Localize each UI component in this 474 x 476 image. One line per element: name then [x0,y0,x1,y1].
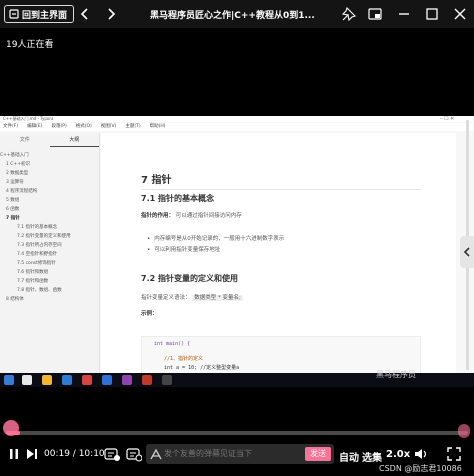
code-line-1: int main() { [154,341,191,347]
outline-item[interactable]: 6 函数 [0,205,99,214]
document-editor: 7 指针 7.1 指针的基本概念 指针的作用： 可以通过指针间接访问内存 内存编… [101,133,456,373]
purpose-label: 指针的作用： [141,213,175,219]
episodes-button[interactable]: 选集 [362,449,382,464]
send-danmaku-button[interactable]: 发送 [305,447,331,461]
outline-item[interactable]: 7.8 指针、数组、函数 [0,286,99,295]
home-icon [9,9,19,19]
windows-icon [4,375,14,385]
outline-item[interactable]: 7.4 空指针和野指针 [0,250,99,259]
top-bar: 回到主界面 黑马程序员匠心之作|C++教程从0到1... [0,0,474,28]
purpose-paragraph: 指针的作用： 可以通过指针间接访问内存 [141,211,242,219]
fullscreen-icon[interactable] [446,446,462,462]
code-line: int main() { [154,341,190,347]
video-title: 黑马程序员匠心之作|C++教程从0到1... [150,11,315,21]
outline-sidebar: 文件 大纲 C++基础入门 1 C++初识 2 数据类型 3 运算符 4 程序流程结构 5… [0,133,100,373]
heading-h1: 7 指针 [141,171,421,190]
outline-item[interactable]: 5 数组 [0,196,99,205]
app-menubar: 文件(F) 编辑(E) 段落(P) 格式(O) 视图(V) 主题(T) 帮助(H… [0,123,474,131]
list-item: 内存编号是从0开始记录的，一般用十六进制数字表示 [147,234,284,245]
sidebar-tab-files: 文件 [19,137,30,143]
typora-icon [162,375,172,385]
outline-item[interactable]: 8 结构体 [0,295,99,304]
app-icon-red [82,375,92,385]
danmaku-input[interactable] [164,449,304,458]
volume-icon[interactable] [414,448,428,460]
progress-fill [6,431,21,435]
menu-item: 主题(T) [125,124,141,129]
syntax-code: 数据类型 * 变量名; [192,295,243,301]
progress-end-marker [458,424,470,438]
time-current: 00:19 [44,449,70,459]
arrow-right-icon[interactable] [104,7,118,21]
danmaku-toggle-icon[interactable] [104,446,120,462]
video-frame[interactable]: C++基础入门.md - Typora – ☐ ✕ 文件(F) 编辑(E) 段落… [0,116,474,373]
sidebar-tabs: 文件 大纲 [0,133,99,147]
visual-studio-icon [122,375,132,385]
outline-item[interactable]: 4 程序流程结构 [0,187,99,196]
heading-7-2: 7.2 指针变量的定义和使用 [141,274,238,283]
picture-in-picture-icon[interactable] [367,6,383,22]
arrow-left-icon[interactable] [78,7,92,21]
search-icon [22,375,32,385]
danmaku-style-icon[interactable] [150,449,162,460]
concept-bullets: 内存编号是从0开始记录的，一般用十六进制数字表示 可以利用指针变量保存地址 [147,234,284,256]
syntax-label: 指针变量定义语法： [141,295,191,301]
code-block: int main() { //1、指针的定义 int a = 10; //定义整… [141,336,421,373]
close-icon[interactable] [452,6,468,22]
outline-list: C++基础入门 1 C++初识 2 数据类型 3 运算符 4 程序流程结构 5 数组 6 函… [0,151,99,304]
outline-item[interactable]: 7.5 const修饰指针 [0,259,99,268]
next-icon[interactable] [26,448,38,460]
time-total: 10:10 [78,449,105,459]
outline-item[interactable]: 7 指针 [0,214,99,223]
chevron-left-icon [463,247,470,257]
folder-icon [42,375,52,385]
minimize-icon[interactable] [396,6,412,22]
heading-7-1: 7.1 指针的基本概念 [141,194,214,203]
progress-bar[interactable] [6,431,468,435]
purpose-text: 可以通过指针间接访问内存 [175,213,242,219]
back-to-home-button[interactable]: 回到主界面 [4,5,75,23]
outline-item[interactable]: 7.1 指针的基本概念 [0,223,99,232]
viewer-count: 19人正在看 [6,40,54,50]
danmaku-settings-icon[interactable] [126,446,142,462]
app-icon-blue [102,375,112,385]
source-watermark: CSDN @励志君10086 [379,464,462,473]
speed-button[interactable]: 2.0x [386,449,410,460]
list-item: 可以利用指针变量保存地址 [147,245,284,256]
menu-item: 视图(V) [100,124,117,129]
time-display: 00:19 / 10:10 [44,449,105,459]
example-label: 示例： [141,309,158,317]
outline-item[interactable]: 1 C++初识 [0,160,99,169]
back-button-label: 回到主界面 [22,10,68,21]
watermark: 黑马程序员 [376,370,416,379]
outline-item[interactable]: 7.7 指针和函数 [0,277,99,286]
menu-item: 段落(P) [51,124,67,129]
menu-item: 格式(O) [75,124,92,129]
outline-item[interactable]: C++基础入门 [0,151,99,160]
outline-item[interactable]: 7.6 指针和数组 [0,268,99,277]
side-panel-toggle[interactable] [460,236,474,268]
menu-item: 文件(F) [3,124,19,129]
outline-item[interactable]: 7.2 指针变量的定义和使用 [0,232,99,241]
pin-icon[interactable] [341,6,357,22]
code-line-2: //1、指针的定义 [164,356,204,362]
outline-item[interactable]: 2 数据类型 [0,169,99,178]
menu-item: 编辑(E) [27,124,43,129]
app-titlebar: C++基础入门.md - Typora [0,116,474,122]
app-window-controls: – ☐ ✕ [440,116,455,122]
code-line-3: int a = 10; //定义整型变量a [164,365,240,371]
example-label-text: 示例： [141,311,158,317]
sidebar-tab-outline: 大纲 [49,133,99,147]
maximize-icon[interactable] [424,6,440,22]
edge-icon [62,375,72,385]
menu-item: 帮助(H) [149,124,166,129]
syntax-paragraph: 指针变量定义语法： 数据类型 * 变量名; [141,293,243,301]
outline-item[interactable]: 3 运算符 [0,178,99,187]
pause-icon[interactable] [8,448,20,460]
outline-item[interactable]: 7.3 指针所占内存空间 [0,241,99,250]
autoplay-button[interactable]: 自动 [339,449,359,464]
app-icon-red-2 [142,375,152,385]
